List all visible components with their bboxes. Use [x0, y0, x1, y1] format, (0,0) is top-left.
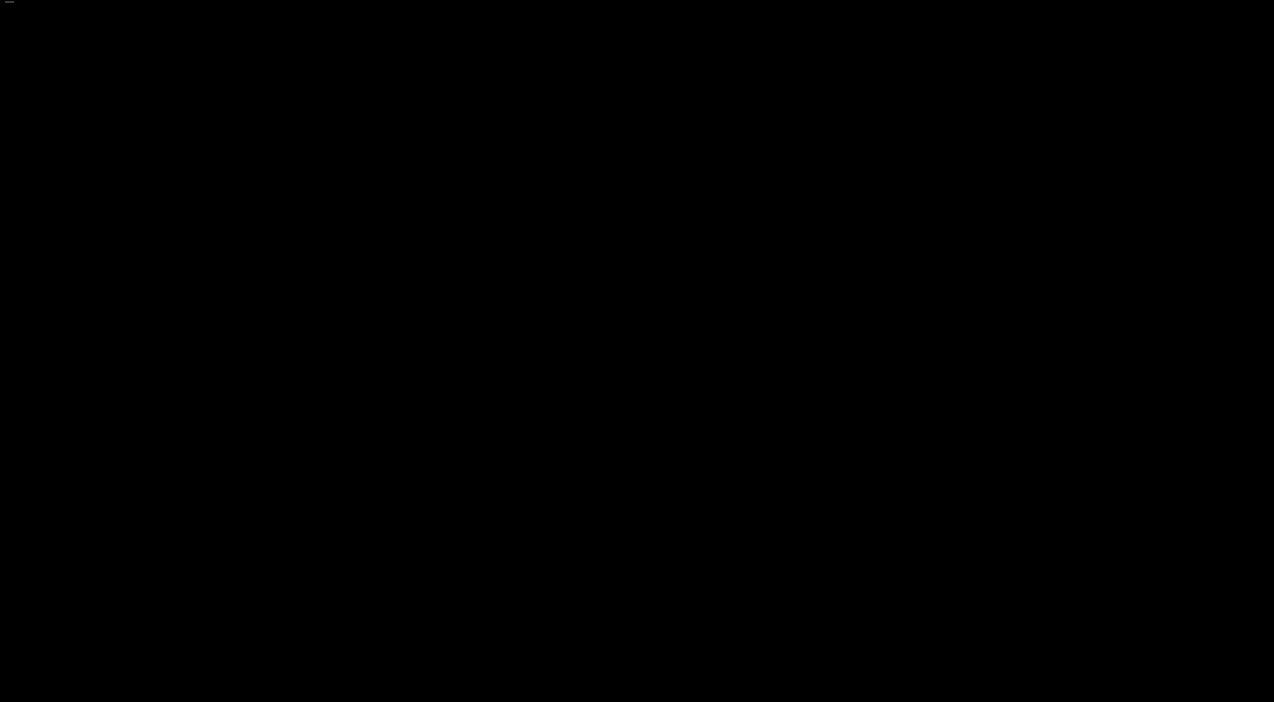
chart-title-ohlc [5, 1, 14, 3]
mt4-chart-window [0, 0, 1274, 702]
